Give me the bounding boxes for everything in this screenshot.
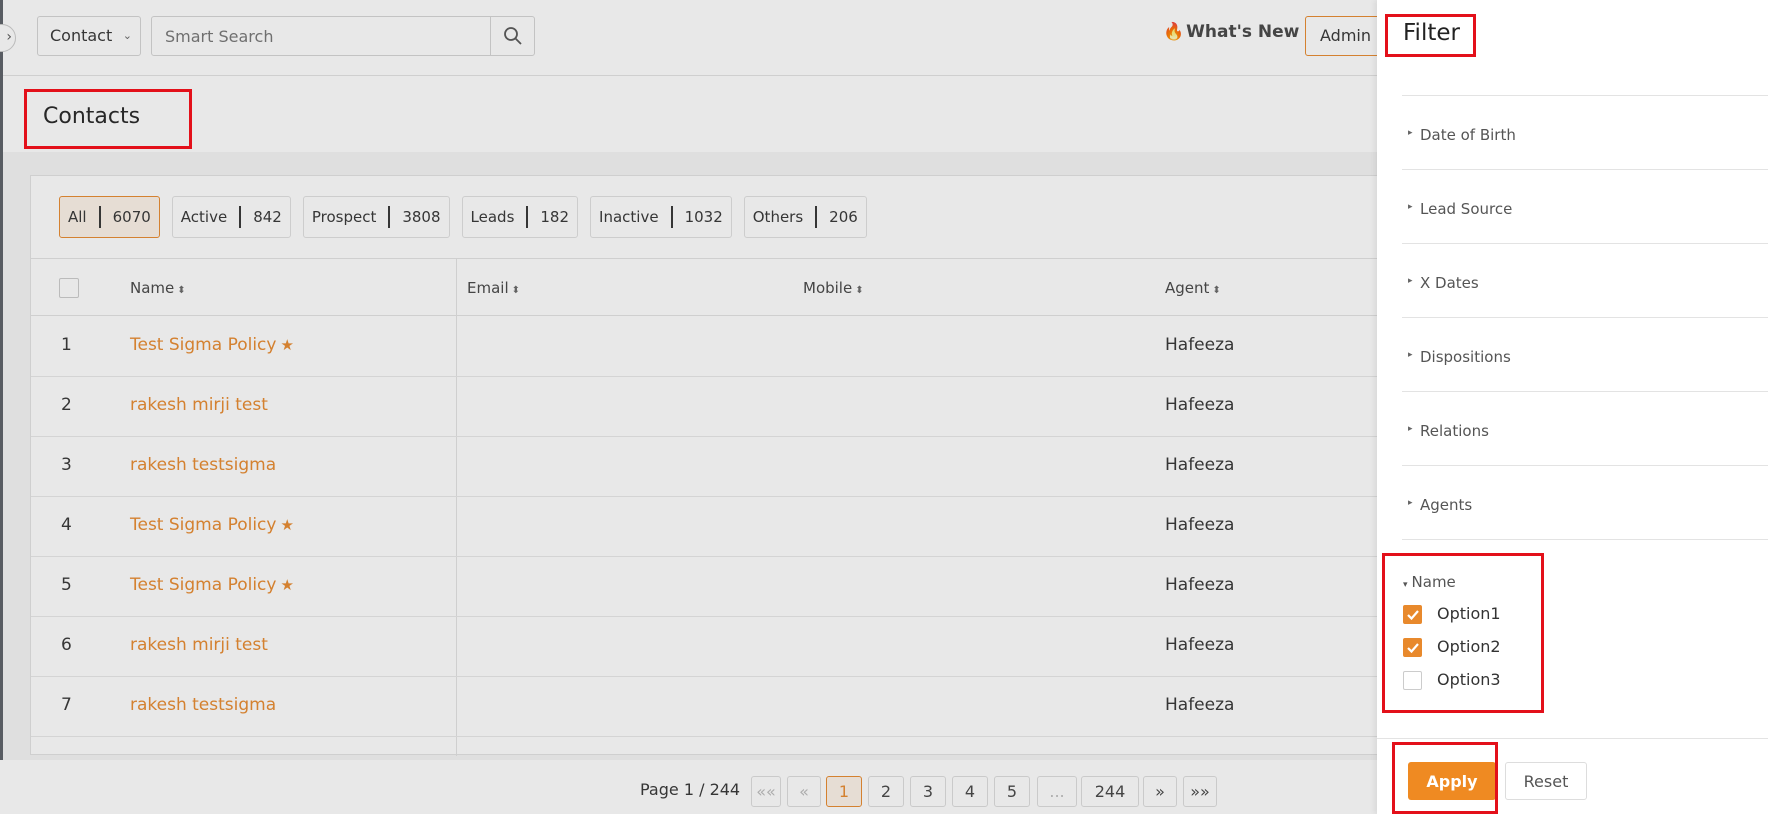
filter-section-agents[interactable]: ▸ Agents xyxy=(1402,466,1768,540)
filter-section-label: X Dates xyxy=(1420,274,1479,292)
filter-section-label: Agents xyxy=(1420,496,1473,514)
filter-section-x-dates[interactable]: ▸ X Dates xyxy=(1402,244,1768,318)
filter-section-relations[interactable]: ▸ Relations xyxy=(1402,392,1768,466)
filter-section-lead-source[interactable]: ▸ Lead Source xyxy=(1402,170,1768,244)
caret-right-icon: ▸ xyxy=(1408,128,1413,138)
modal-overlay[interactable] xyxy=(0,0,1377,814)
filter-section-label: Dispositions xyxy=(1420,348,1511,366)
drawer-footer-divider xyxy=(1377,738,1768,739)
caret-right-icon: ▸ xyxy=(1408,498,1413,508)
caret-right-icon: ▸ xyxy=(1408,202,1413,212)
reset-button[interactable]: Reset xyxy=(1505,762,1587,800)
highlight-box xyxy=(1385,14,1476,57)
caret-right-icon: ▸ xyxy=(1408,276,1413,286)
highlight-box xyxy=(1382,553,1544,713)
filter-section-label: Lead Source xyxy=(1420,200,1513,218)
filter-section-label: Relations xyxy=(1420,422,1489,440)
highlight-box xyxy=(1392,742,1498,814)
filter-section-dispositions[interactable]: ▸ Dispositions xyxy=(1402,318,1768,392)
filter-section-date-of-birth[interactable]: ▸ Date of Birth xyxy=(1402,96,1768,170)
filter-section-label: Date of Birth xyxy=(1420,126,1516,144)
caret-right-icon: ▸ xyxy=(1408,350,1413,360)
caret-right-icon: ▸ xyxy=(1408,424,1413,434)
highlight-box xyxy=(24,89,192,149)
